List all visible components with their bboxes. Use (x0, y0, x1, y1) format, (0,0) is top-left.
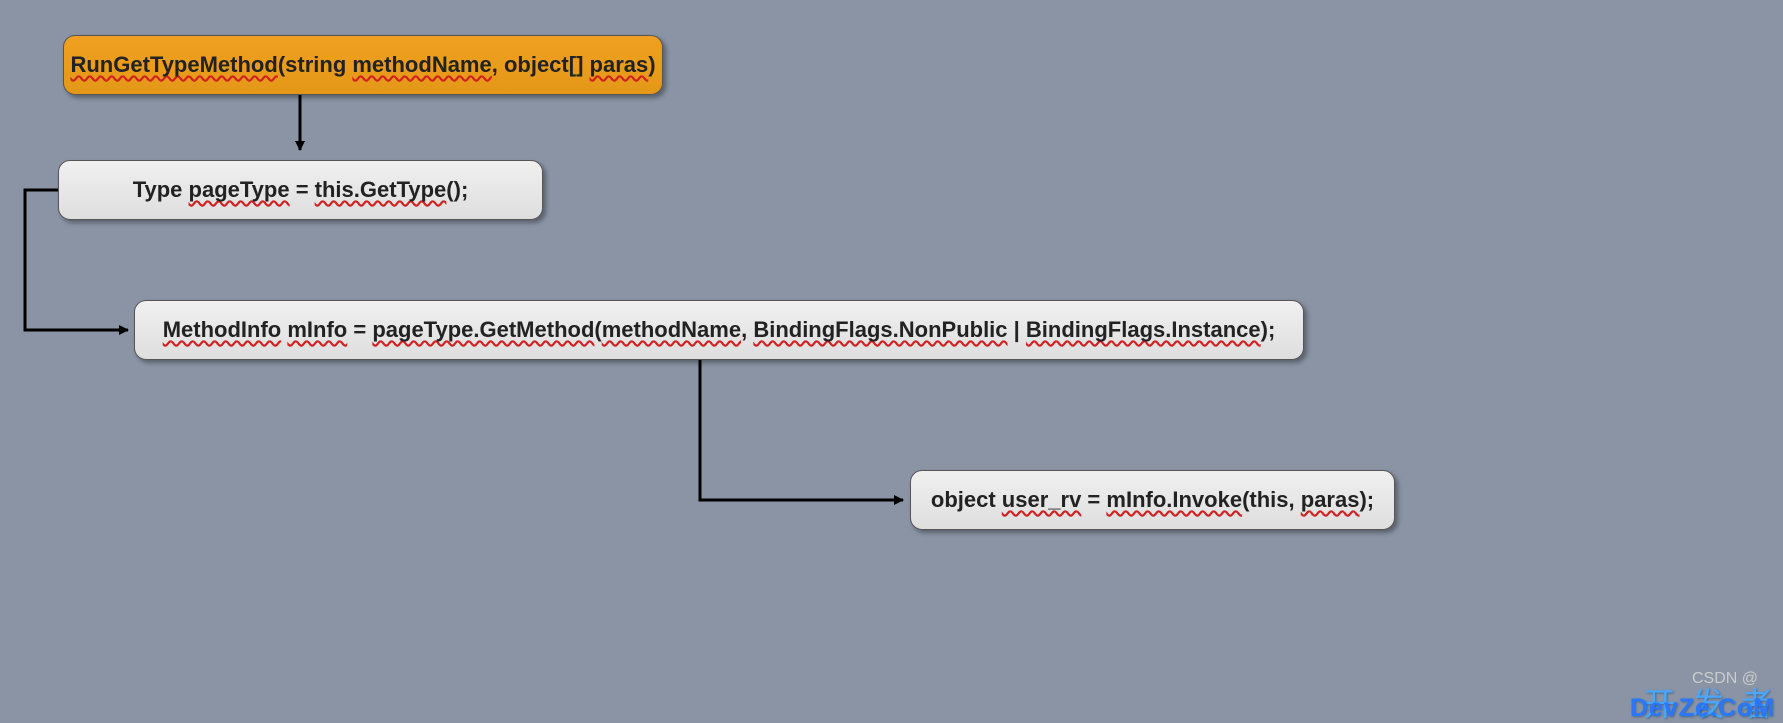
n3-text: MethodInfo mInfo = pageType.GetMethod(me… (163, 317, 1276, 343)
node-method-info: MethodInfo mInfo = pageType.GetMethod(me… (134, 300, 1304, 360)
watermark-devze: DevZe.CoM (1630, 694, 1775, 723)
diagram-canvas: RunGetTypeMethod(string methodName, obje… (0, 0, 1783, 723)
node-run-get-type-method: RunGetTypeMethod(string methodName, obje… (63, 35, 663, 95)
flow-arrow (700, 360, 903, 500)
n1-text: RunGetTypeMethod(string methodName, obje… (70, 52, 655, 78)
arrow-layer (0, 0, 1783, 723)
node-page-type: Type pageType = this.GetType(); (58, 160, 543, 220)
n4-text: object user_rv = mInfo.Invoke(this, para… (931, 487, 1374, 513)
node-user-rv: object user_rv = mInfo.Invoke(this, para… (910, 470, 1395, 530)
n2-text: Type pageType = this.GetType(); (133, 177, 469, 203)
